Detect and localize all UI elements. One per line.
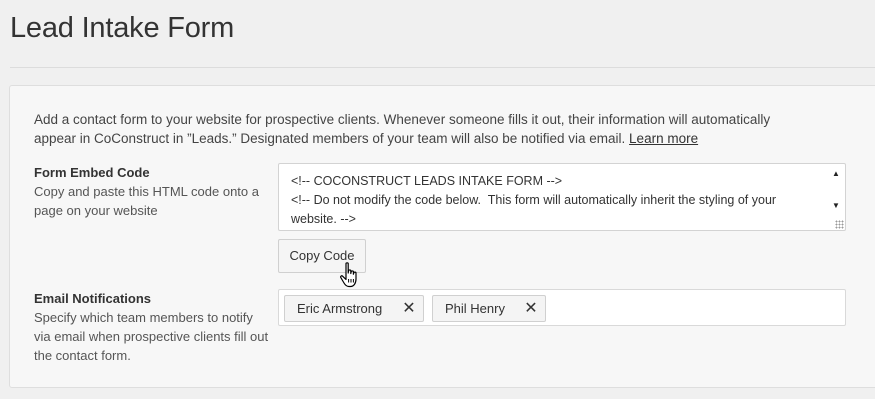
notifications-label-block: Email Notifications Specify which team m… [34, 290, 269, 365]
team-member-tag: Phil Henry ✕ [432, 295, 546, 322]
team-member-name: Phil Henry [445, 301, 505, 316]
resize-grip-icon[interactable] [835, 220, 844, 229]
team-member-name: Eric Armstrong [297, 301, 383, 316]
intro-text: Add a contact form to your website for p… [34, 110, 794, 148]
close-icon[interactable]: ✕ [524, 296, 538, 321]
embed-code-label: Form Embed Code [34, 165, 150, 180]
email-notifications-label: Email Notifications [34, 291, 152, 306]
close-icon[interactable]: ✕ [402, 296, 416, 321]
embed-code-textarea[interactable]: <!-- COCONSTRUCT LEADS INTAKE FORM --> <… [278, 163, 846, 231]
page-title: Lead Intake Form [10, 12, 235, 44]
embed-label-block: Form Embed Code Copy and paste this HTML… [34, 164, 269, 220]
title-divider [10, 67, 875, 68]
embed-code-description: Copy and paste this HTML code onto a pag… [34, 184, 259, 218]
embed-code-text[interactable]: <!-- COCONSTRUCT LEADS INTAKE FORM --> <… [291, 172, 819, 229]
learn-more-link[interactable]: Learn more [629, 131, 698, 146]
email-notifications-description: Specify which team members to notify via… [34, 310, 269, 363]
team-member-tag-input[interactable]: Eric Armstrong ✕ Phil Henry ✕ [278, 289, 846, 326]
hand-pointer-icon [340, 262, 357, 288]
scroll-up-icon[interactable]: ▲ [831, 170, 841, 178]
team-member-tag: Eric Armstrong ✕ [284, 295, 424, 322]
scroll-down-icon[interactable]: ▼ [831, 202, 841, 210]
